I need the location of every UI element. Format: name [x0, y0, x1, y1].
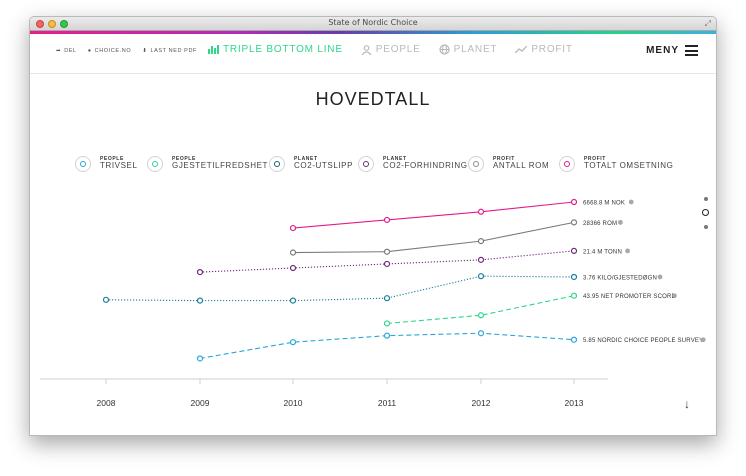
series-line — [386, 295, 575, 324]
x-tick-label: 2013 — [565, 398, 584, 408]
series-point — [570, 336, 578, 343]
info-icon — [700, 337, 706, 343]
series-point — [383, 332, 391, 339]
series-point — [570, 292, 578, 299]
series-point — [383, 216, 391, 224]
scroll-down-arrow-icon[interactable]: ↓ — [684, 397, 690, 411]
series-point — [477, 238, 485, 245]
series-point — [570, 273, 578, 281]
info-icon — [657, 274, 663, 280]
series-point — [289, 249, 297, 256]
pager-dot-active[interactable] — [702, 209, 709, 216]
series-point — [383, 260, 391, 268]
series-point — [102, 296, 110, 303]
series-point — [570, 198, 578, 206]
browser-window: State of Nordic Choice ⤢ ➦ DEL ● CHOICE.… — [29, 16, 717, 436]
series-point — [477, 208, 485, 215]
x-tick-label: 2008 — [97, 398, 116, 408]
series-end-label: 6668.8 M NOK — [583, 201, 625, 207]
series-point — [570, 247, 578, 254]
series-point — [289, 264, 297, 272]
info-icon — [672, 293, 677, 299]
series-end-label: 21.4 M TONN — [583, 249, 622, 255]
x-tick-label: 2011 — [378, 398, 397, 408]
series-end-label: 43.95 NET PROMOTER SCORE — [583, 294, 676, 300]
series-point — [383, 320, 391, 327]
series-line — [292, 221, 575, 254]
series-point — [570, 219, 578, 226]
info-icon — [628, 199, 634, 205]
series-point — [477, 256, 485, 263]
series-point — [289, 224, 297, 232]
series-point — [289, 297, 297, 304]
series-point — [477, 273, 485, 280]
series-point — [196, 355, 204, 362]
series-point — [196, 268, 204, 276]
series-end-label: 3.76 KILO/GJESTEDØGN — [583, 275, 657, 281]
series-end-label: 5.85 NORDIC CHOICE PEOPLE SURVEY — [583, 338, 703, 344]
pager-dot[interactable] — [704, 197, 708, 201]
series-point — [477, 330, 485, 337]
series-point — [477, 312, 485, 319]
series-point — [383, 295, 391, 302]
series-line — [105, 275, 575, 302]
x-tick-label: 2012 — [472, 398, 491, 408]
series-point — [383, 248, 391, 255]
info-icon — [618, 219, 623, 225]
main-line-chart: 2008 2009 2010 2011 2012 2013 6668.8 M NOK 2836… — [40, 198, 706, 408]
x-tick-label: 2010 — [284, 398, 303, 408]
series-point — [196, 297, 204, 304]
pager-dot[interactable] — [704, 225, 708, 229]
series-end-label: 28366 ROM — [583, 221, 617, 227]
x-tick-label: 2009 — [191, 398, 210, 408]
series-line — [292, 201, 575, 229]
series-point — [289, 339, 297, 346]
info-icon — [625, 248, 630, 254]
